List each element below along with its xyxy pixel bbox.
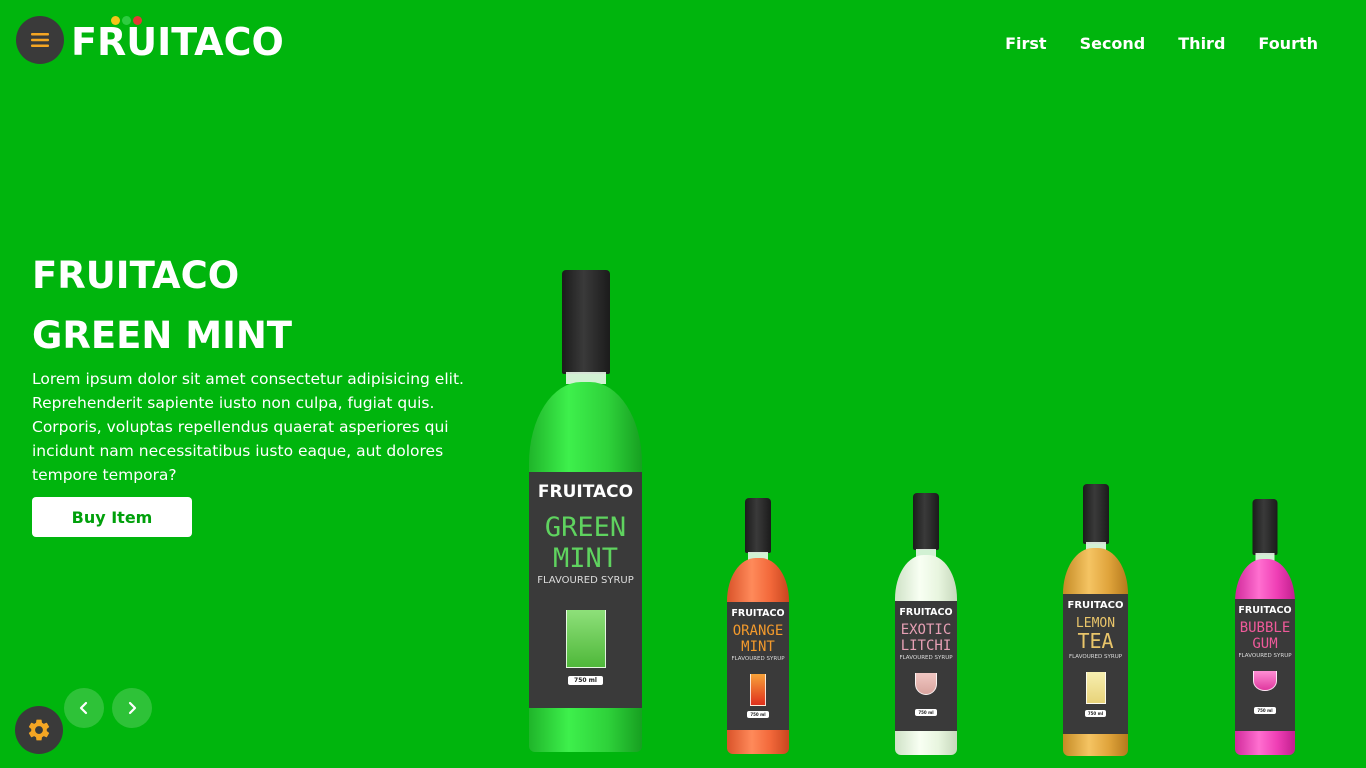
product-bottle-exotic-litchi[interactable]: FRUITACO EXOTIC LITCHI FLAVOURED SYRUP 7… — [895, 493, 957, 755]
label-volume: 750 ml — [1254, 707, 1276, 714]
label-subtitle: FLAVOURED SYRUP — [537, 575, 634, 586]
hero-description: Lorem ipsum dolor sit amet consectetur a… — [32, 370, 464, 484]
nav-link-third[interactable]: Third — [1178, 34, 1225, 53]
label-volume: 750 ml — [568, 676, 603, 685]
label-flavor-line1: ORANGE — [732, 623, 784, 639]
label-volume: 750 ml — [747, 711, 769, 718]
bottle-label: FRUITACO EXOTIC LITCHI FLAVOURED SYRUP 7… — [895, 601, 957, 731]
product-bottle-orange-mint[interactable]: FRUITACO ORANGE MINT FLAVOURED SYRUP 750… — [727, 498, 789, 754]
label-volume: 750 ml — [915, 709, 937, 716]
buy-item-button[interactable]: Buy Item — [32, 497, 192, 537]
product-bottle-bubble-gum[interactable]: FRUITACO BUBBLE GUM FLAVOURED SYRUP 750 … — [1235, 499, 1295, 755]
label-drink-glass — [915, 673, 937, 695]
label-subtitle: FLAVOURED SYRUP — [1068, 654, 1123, 660]
carousel-prev-button[interactable] — [64, 688, 104, 728]
label-flavor-line2: MINT — [552, 543, 619, 574]
logo-dots — [111, 16, 142, 25]
bottle-cap — [561, 270, 610, 374]
label-flavor-line2: GUM — [1252, 636, 1278, 652]
label-brand: FRUITACO — [1067, 600, 1124, 611]
bottle-cap — [1082, 484, 1109, 544]
label-flavor-line2: LITCHI — [900, 638, 952, 654]
menu-button[interactable] — [16, 16, 64, 64]
hero-title-line2: GREEN MINT — [32, 314, 293, 357]
label-flavor-line1: EXOTIC — [900, 622, 952, 638]
label-subtitle: FLAVOURED SYRUP — [899, 655, 953, 661]
product-bottle-green-mint[interactable]: FRUITACO GREEN MINT FLAVOURED SYRUP 750 … — [529, 270, 642, 752]
settings-button[interactable] — [15, 706, 63, 754]
label-drink-glass — [1085, 672, 1106, 704]
label-drink-glass — [1253, 671, 1277, 691]
hamburger-icon — [31, 33, 49, 47]
chevron-left-icon — [79, 701, 88, 715]
label-subtitle: FLAVOURED SYRUP — [731, 656, 785, 662]
bottle-cap — [745, 498, 771, 553]
nav-link-second[interactable]: Second — [1080, 34, 1146, 53]
label-drink-glass — [750, 674, 766, 706]
label-brand: FRUITACO — [899, 607, 953, 618]
hero-title-line1: FRUITACO — [32, 254, 240, 297]
product-bottle-lemon-tea[interactable]: FRUITACO LEMON TEA FLAVOURED SYRUP 750 m… — [1063, 484, 1128, 756]
bottle-label: FRUITACO ORANGE MINT FLAVOURED SYRUP 750… — [727, 602, 789, 730]
brand-logo[interactable]: FRUITACO — [71, 16, 284, 64]
bottle-label: FRUITACO BUBBLE GUM FLAVOURED SYRUP 750 … — [1235, 599, 1295, 731]
label-volume: 750 ml — [1084, 710, 1107, 717]
gear-icon — [28, 719, 50, 741]
label-subtitle: FLAVOURED SYRUP — [1238, 653, 1292, 659]
nav-link-fourth[interactable]: Fourth — [1258, 34, 1318, 53]
label-drink-glass — [565, 610, 606, 668]
nav-link-first[interactable]: First — [1005, 34, 1046, 53]
label-brand: FRUITACO — [537, 482, 634, 502]
label-flavor-line1: BUBBLE — [1239, 620, 1291, 636]
label-brand: FRUITACO — [731, 608, 785, 619]
label-flavor-line2: TEA — [1077, 629, 1114, 653]
bottle-cap — [1252, 499, 1278, 555]
bottle-cap — [913, 493, 939, 550]
label-brand: FRUITACO — [1238, 605, 1292, 616]
logo-text: FRUITACO — [71, 16, 284, 64]
hero-section: FRUITACO GREEN MINT Lorem ipsum dolor si… — [32, 256, 492, 537]
carousel-next-button[interactable] — [112, 688, 152, 728]
chevron-right-icon — [128, 701, 137, 715]
label-flavor-line1: GREEN — [544, 512, 627, 543]
bottle-label: FRUITACO LEMON TEA FLAVOURED SYRUP 750 m… — [1063, 594, 1128, 734]
bottle-label: FRUITACO GREEN MINT FLAVOURED SYRUP 750 … — [529, 472, 642, 708]
label-flavor-line2: MINT — [741, 639, 775, 655]
main-nav: First Second Third Fourth — [1005, 34, 1318, 53]
